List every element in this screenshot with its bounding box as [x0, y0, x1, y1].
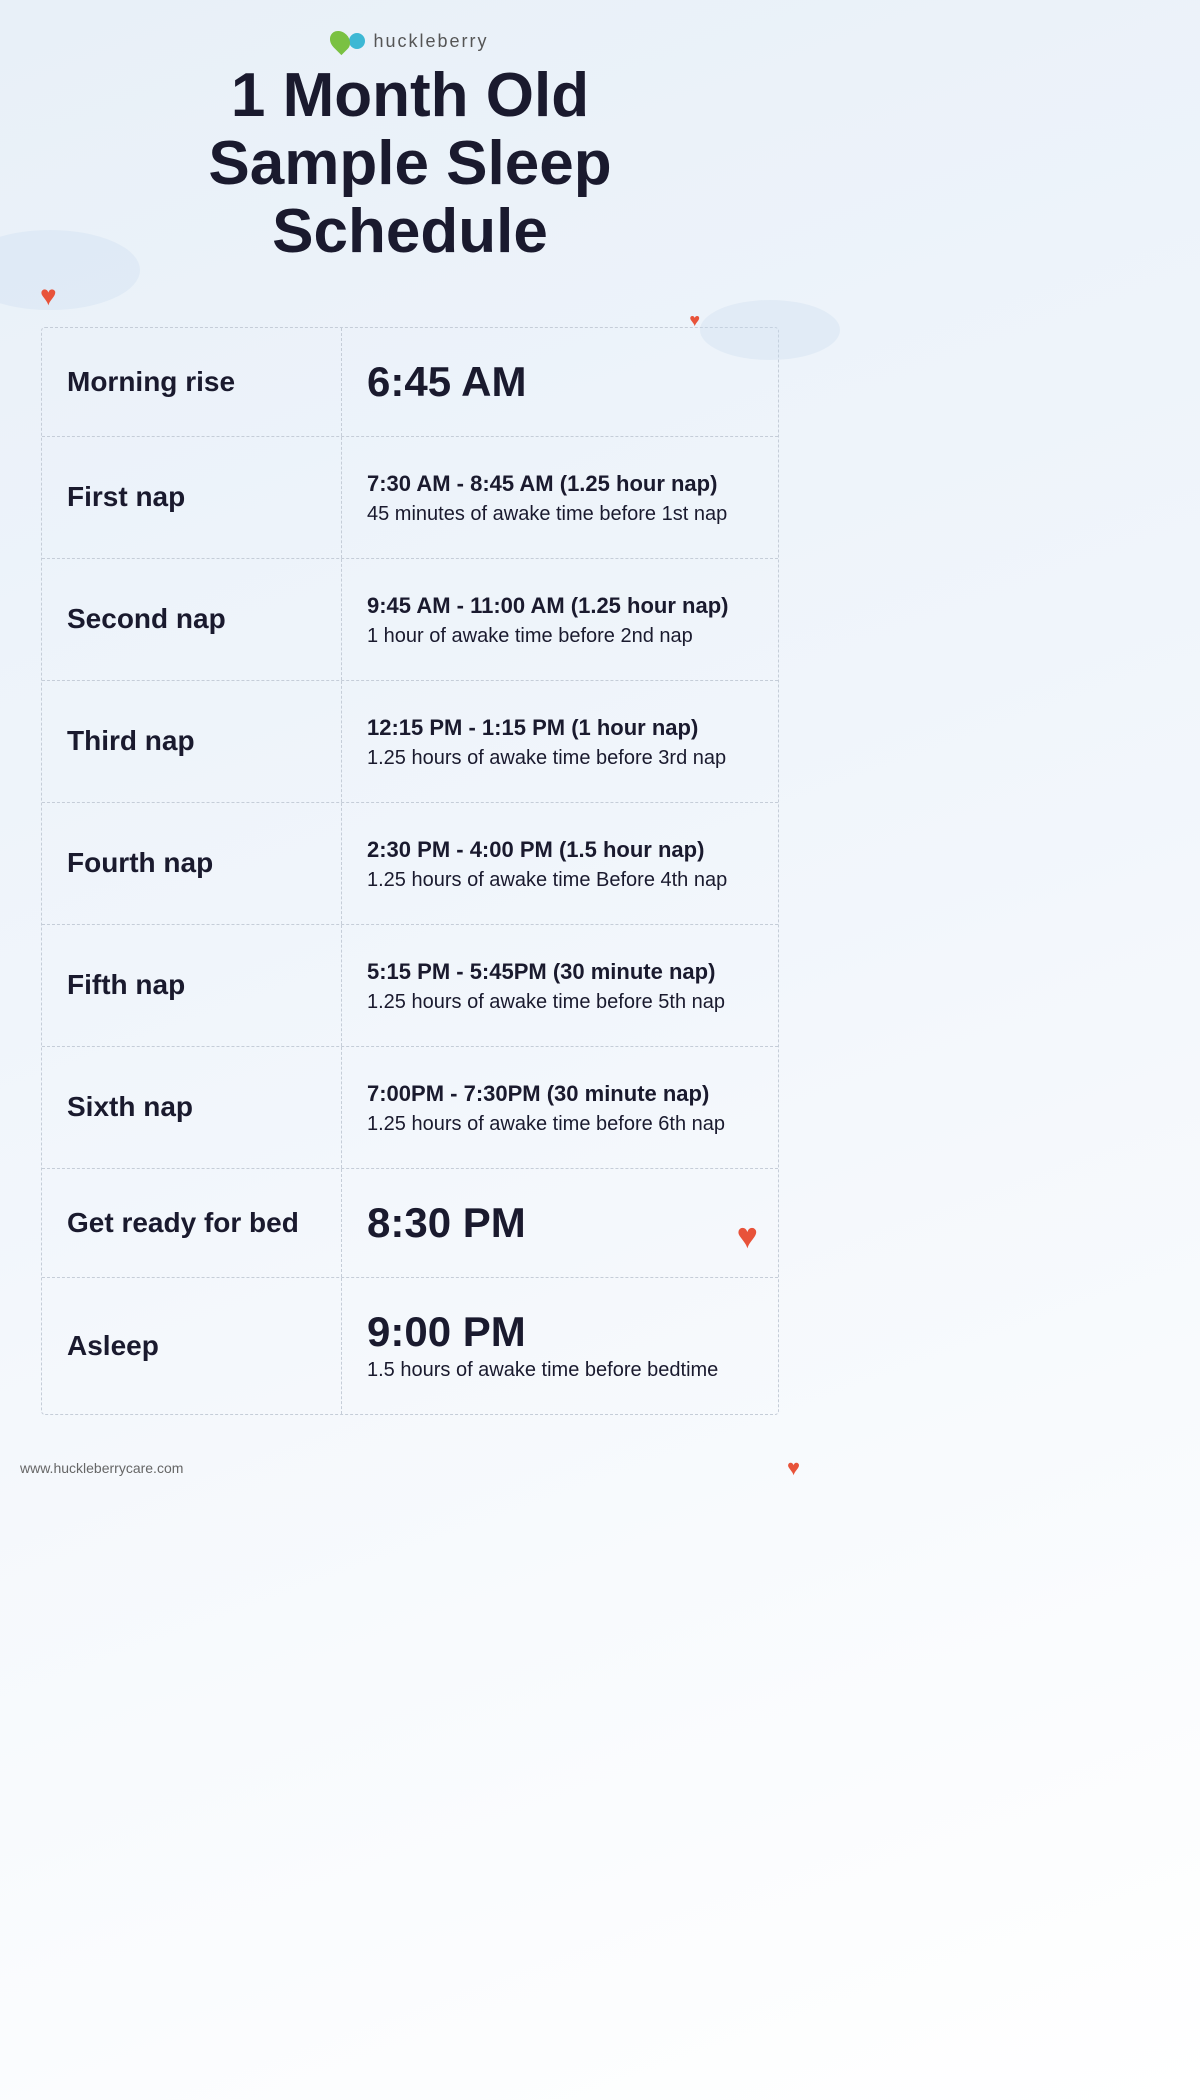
row-value-get-ready: 8:30 PM ♥: [342, 1169, 778, 1277]
page-header: huckleberry 1 Month Old Sample Sleep Sch…: [0, 0, 820, 317]
table-row: Sixth nap 7:00PM - 7:30PM (30 minute nap…: [42, 1047, 778, 1169]
row-label-third-nap: Third nap: [42, 681, 342, 802]
row-label-sixth-nap: Sixth nap: [42, 1047, 342, 1168]
logo-icon: [331, 30, 365, 52]
table-row: Morning rise 6:45 AM: [42, 328, 778, 437]
table-row: Fifth nap 5:15 PM - 5:45PM (30 minute na…: [42, 925, 778, 1047]
row-value-sixth-nap: 7:00PM - 7:30PM (30 minute nap) 1.25 hou…: [342, 1047, 778, 1168]
schedule-table: Morning rise 6:45 AM First nap 7:30 AM -…: [41, 327, 779, 1415]
row-value-fourth-nap: 2:30 PM - 4:00 PM (1.5 hour nap) 1.25 ho…: [342, 803, 778, 924]
row-label-morning-rise: Morning rise: [42, 328, 342, 436]
page-title: 1 Month Old Sample Sleep Schedule: [208, 62, 611, 267]
row-label-first-nap: First nap: [42, 437, 342, 558]
row-value-asleep: 9:00 PM 1.5 hours of awake time before b…: [342, 1278, 778, 1414]
row-label-get-ready: Get ready for bed: [42, 1169, 342, 1277]
table-row: Get ready for bed 8:30 PM ♥: [42, 1169, 778, 1278]
row-label-second-nap: Second nap: [42, 559, 342, 680]
table-row: Second nap 9:45 AM - 11:00 AM (1.25 hour…: [42, 559, 778, 681]
row-value-first-nap: 7:30 AM - 8:45 AM (1.25 hour nap) 45 min…: [342, 437, 778, 558]
row-label-fourth-nap: Fourth nap: [42, 803, 342, 924]
footer-url: www.huckleberrycare.com: [20, 1460, 183, 1476]
row-value-second-nap: 9:45 AM - 11:00 AM (1.25 hour nap) 1 hou…: [342, 559, 778, 680]
heart-decoration-corner: ♥: [737, 1215, 758, 1257]
logo-area: huckleberry: [331, 30, 488, 52]
row-value-fifth-nap: 5:15 PM - 5:45PM (30 minute nap) 1.25 ho…: [342, 925, 778, 1046]
footer-heart-icon: ♥: [787, 1455, 800, 1481]
table-row: Fourth nap 2:30 PM - 4:00 PM (1.5 hour n…: [42, 803, 778, 925]
logo-text: huckleberry: [373, 31, 488, 52]
table-row: First nap 7:30 AM - 8:45 AM (1.25 hour n…: [42, 437, 778, 559]
page-footer: www.huckleberrycare.com ♥: [0, 1445, 820, 1501]
row-value-morning-rise: 6:45 AM: [342, 328, 778, 436]
row-label-asleep: Asleep: [42, 1278, 342, 1414]
heart-decoration-left: ♥: [40, 280, 57, 312]
berry-icon: [349, 33, 365, 49]
table-row: Asleep 9:00 PM 1.5 hours of awake time b…: [42, 1278, 778, 1414]
table-row: Third nap 12:15 PM - 1:15 PM (1 hour nap…: [42, 681, 778, 803]
leaf-icon: [326, 27, 354, 55]
row-label-fifth-nap: Fifth nap: [42, 925, 342, 1046]
row-value-third-nap: 12:15 PM - 1:15 PM (1 hour nap) 1.25 hou…: [342, 681, 778, 802]
